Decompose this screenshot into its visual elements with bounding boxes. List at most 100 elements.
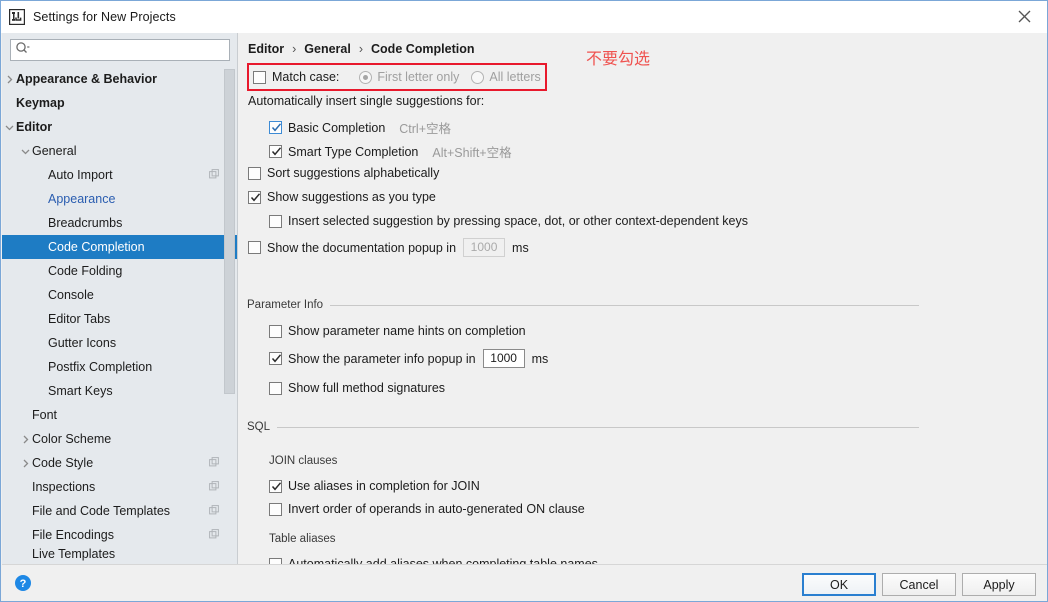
auto-add-aliases-label: Automatically add aliases when completin… <box>288 557 598 564</box>
copy-settings-icon[interactable] <box>209 528 219 542</box>
title-bar: Settings for New Projects <box>1 1 1047 33</box>
use-aliases-join-checkbox[interactable] <box>269 479 282 493</box>
basic-completion-label: Basic Completion <box>288 120 386 135</box>
show-suggestions-checkbox[interactable] <box>248 190 261 204</box>
sql-section-header: SQL <box>247 421 919 433</box>
insert-selected-row[interactable]: Insert selected suggestion by pressing s… <box>269 214 748 228</box>
sort-suggestions-checkbox[interactable] <box>248 166 261 180</box>
chevron-down-icon[interactable] <box>2 115 16 139</box>
smart-type-completion-checkbox[interactable] <box>269 145 282 158</box>
param-popup-delay-row[interactable]: Show the parameter info popup in 1000 ms <box>269 349 548 368</box>
sidebar-item-general[interactable]: General <box>2 139 237 163</box>
auto-insert-label: Automatically insert single suggestions … <box>248 94 484 108</box>
doc-popup-label: Show the documentation popup in <box>267 240 457 255</box>
sidebar-item-label: Code Style <box>32 456 94 470</box>
all-letters-radio[interactable] <box>471 70 485 84</box>
breadcrumb-item-general[interactable]: General <box>304 42 351 56</box>
sidebar-item-postfix-completion[interactable]: Postfix Completion <box>2 355 237 379</box>
doc-popup-unit: ms <box>512 240 529 255</box>
breadcrumb-item-code-completion: Code Completion <box>371 42 475 56</box>
sidebar-item-label: Font <box>32 408 58 422</box>
sidebar-item-appearance-behavior[interactable]: Appearance & Behavior <box>2 67 237 91</box>
sidebar-item-appearance[interactable]: Appearance <box>2 187 237 211</box>
sidebar-item-label: Code Completion <box>48 240 145 254</box>
apply-button[interactable]: Apply <box>962 573 1036 596</box>
close-icon[interactable] <box>1001 1 1047 32</box>
chevron-down-icon[interactable] <box>18 139 32 163</box>
sidebar-item-label: Postfix Completion <box>48 360 153 374</box>
sidebar-item-gutter-icons[interactable]: Gutter Icons <box>2 331 237 355</box>
table-aliases-label: Table aliases <box>269 533 336 545</box>
help-question-icon[interactable]: ? <box>14 574 32 592</box>
sidebar-item-editor-tabs[interactable]: Editor Tabs <box>2 307 237 331</box>
sidebar-item-smart-keys[interactable]: Smart Keys <box>2 379 237 403</box>
copy-settings-icon[interactable] <box>209 480 219 494</box>
basic-completion-row[interactable]: Basic Completion Ctrl+空格 <box>269 118 451 137</box>
show-suggestions-row[interactable]: Show suggestions as you type <box>248 190 436 204</box>
copy-settings-icon[interactable] <box>209 456 219 470</box>
copy-settings-icon[interactable] <box>209 168 219 182</box>
sidebar-item-live-templates[interactable]: Live Templates <box>2 547 237 561</box>
sidebar-item-code-completion[interactable]: Code Completion <box>2 235 237 259</box>
sidebar-item-breadcrumbs[interactable]: Breadcrumbs <box>2 211 237 235</box>
param-name-hints-row[interactable]: Show parameter name hints on completion <box>269 324 526 338</box>
sidebar-item-label: File and Code Templates <box>32 504 171 518</box>
sidebar-item-code-style[interactable]: Code Style <box>2 451 237 475</box>
full-signatures-row[interactable]: Show full method signatures <box>269 381 445 395</box>
invert-operands-row[interactable]: Invert order of operands in auto-generat… <box>269 502 585 516</box>
copy-settings-icon[interactable] <box>209 504 219 518</box>
match-case-all-letters-option[interactable]: All letters <box>471 70 541 84</box>
sidebar-item-console[interactable]: Console <box>2 283 237 307</box>
all-letters-label: All letters <box>489 70 541 84</box>
sort-suggestions-row[interactable]: Sort suggestions alphabetically <box>248 166 439 180</box>
search-icon <box>15 41 31 60</box>
search-input[interactable] <box>34 43 214 57</box>
invert-operands-checkbox[interactable] <box>269 502 282 516</box>
ok-button[interactable]: OK <box>802 573 876 596</box>
sql-section-title: SQL <box>247 421 271 433</box>
match-case-checkbox[interactable] <box>253 70 266 84</box>
chevron-right-icon[interactable] <box>2 67 16 91</box>
use-aliases-join-row[interactable]: Use aliases in completion for JOIN <box>269 479 480 493</box>
smart-type-completion-row[interactable]: Smart Type Completion Alt+Shift+空格 <box>269 142 512 161</box>
sidebar-item-editor[interactable]: Editor <box>2 115 237 139</box>
sidebar-item-font[interactable]: Font <box>2 403 237 427</box>
auto-add-aliases-row[interactable]: Automatically add aliases when completin… <box>269 557 598 564</box>
use-aliases-join-label: Use aliases in completion for JOIN <box>288 479 480 493</box>
chevron-right-icon[interactable] <box>18 451 32 475</box>
doc-popup-checkbox[interactable] <box>248 241 261 254</box>
sidebar-item-color-scheme[interactable]: Color Scheme <box>2 427 237 451</box>
insert-selected-checkbox[interactable] <box>269 214 282 228</box>
cancel-button[interactable]: Cancel <box>882 573 956 596</box>
param-popup-delay-checkbox[interactable] <box>269 352 282 365</box>
invert-operands-label: Invert order of operands in auto-generat… <box>288 502 585 516</box>
sidebar-item-keymap[interactable]: Keymap <box>2 91 237 115</box>
param-name-hints-checkbox[interactable] <box>269 324 282 338</box>
full-signatures-checkbox[interactable] <box>269 381 282 395</box>
sidebar-item-file-encodings[interactable]: File Encodings <box>2 523 237 547</box>
svg-text:?: ? <box>20 578 27 590</box>
match-case-first-letter-option[interactable]: First letter only <box>359 70 459 84</box>
param-popup-delay-input[interactable]: 1000 <box>482 349 525 368</box>
breadcrumb: Editor › General › Code Completion <box>248 42 474 56</box>
sidebar-item-label: Gutter Icons <box>48 336 117 350</box>
sidebar-item-label: Console <box>48 288 94 302</box>
doc-popup-delay-input[interactable]: 1000 <box>463 238 506 257</box>
sidebar-scrollbar-thumb[interactable] <box>224 69 235 394</box>
basic-completion-checkbox[interactable] <box>269 121 282 134</box>
chevron-right-icon[interactable] <box>18 427 32 451</box>
doc-popup-row[interactable]: Show the documentation popup in 1000 ms <box>248 238 529 257</box>
sidebar-item-inspections[interactable]: Inspections <box>2 475 237 499</box>
join-clauses-label: JOIN clauses <box>269 455 338 467</box>
first-letter-only-radio[interactable] <box>359 70 373 84</box>
sidebar-item-label: Auto Import <box>48 168 113 182</box>
sidebar-item-code-folding[interactable]: Code Folding <box>2 259 237 283</box>
breadcrumb-item-editor[interactable]: Editor <box>248 42 284 56</box>
settings-sidebar: Appearance & Behavior Keymap Editor General… <box>2 33 238 564</box>
search-box[interactable] <box>10 39 230 61</box>
section-divider <box>330 304 919 306</box>
sidebar-item-file-and-code-templates[interactable]: File and Code Templates <box>2 499 237 523</box>
sidebar-item-auto-import[interactable]: Auto Import <box>2 163 237 187</box>
annotation-note: 不要勾选 <box>586 49 651 68</box>
sidebar-item-label: Smart Keys <box>48 384 113 398</box>
